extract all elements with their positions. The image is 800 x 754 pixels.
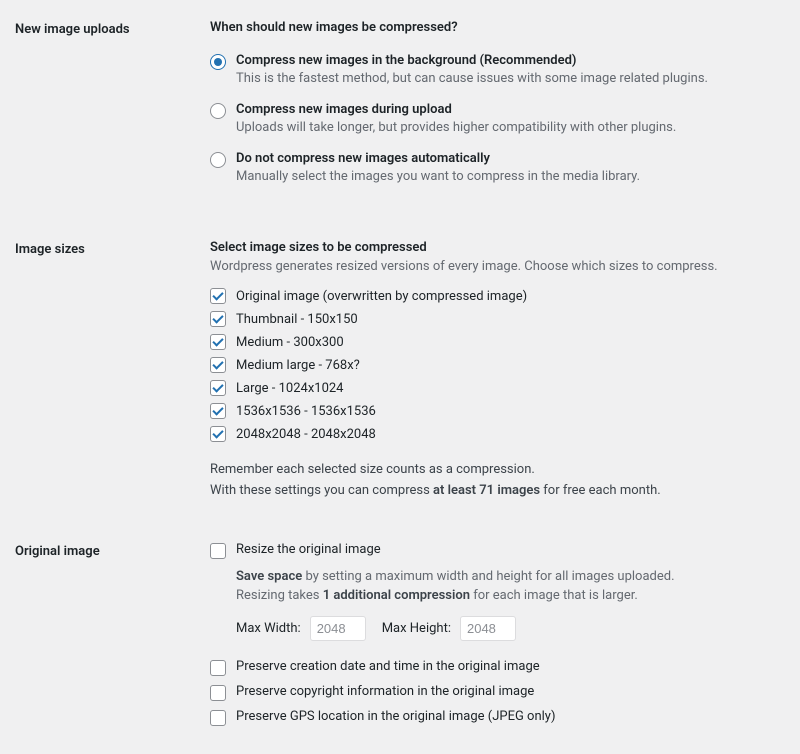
section-label-sizes: Image sizes [15,240,210,502]
dimension-inputs: Max Width: Max Height: [236,616,780,641]
checkbox-label: Resize the original image [236,542,381,557]
max-width-label: Max Width: [236,621,301,636]
max-height-input[interactable] [460,616,516,641]
radio-icon[interactable] [210,152,226,168]
checkbox-medium[interactable]: Medium - 300x300 [210,334,780,350]
checkbox-label: Preserve GPS location in the original im… [236,709,555,724]
checkbox-label: Medium - 300x300 [236,335,344,350]
sizes-checkbox-list: Original image (overwritten by compresse… [210,288,780,442]
section-original-image: Original image Resize the original image… [15,542,800,734]
checkbox-icon[interactable] [210,660,226,676]
checkbox-icon[interactable] [210,710,226,726]
checkbox-label: 2048x2048 - 2048x2048 [236,427,376,442]
radio-desc: This is the fastest method, but can caus… [236,71,780,86]
radio-desc: Uploads will take longer, but provides h… [236,120,780,135]
checkbox-label: Medium large - 768x? [236,358,360,373]
checkbox-icon[interactable] [210,403,226,419]
checkbox-thumbnail[interactable]: Thumbnail - 150x150 [210,311,780,327]
radio-icon[interactable] [210,103,226,119]
reminder-line1: Remember each selected size counts as a … [210,460,780,481]
checkbox-2048[interactable]: 2048x2048 - 2048x2048 [210,426,780,442]
checkbox-label: Preserve creation date and time in the o… [236,659,540,674]
checkbox-label: Large - 1024x1024 [236,381,344,396]
checkbox-label: 1536x1536 - 1536x1536 [236,404,376,419]
checkbox-icon[interactable] [210,426,226,442]
checkbox-preserve-date[interactable]: Preserve creation date and time in the o… [210,659,780,676]
radio-compress-upload[interactable]: Compress new images during upload Upload… [210,102,780,135]
checkbox-label: Original image (overwritten by compresse… [236,289,527,304]
section-label-uploads: New image uploads [15,20,210,200]
max-width-input[interactable] [310,616,366,641]
section-new-image-uploads: New image uploads When should new images… [15,20,800,200]
checkbox-icon[interactable] [210,380,226,396]
checkbox-medium-large[interactable]: Medium large - 768x? [210,357,780,373]
radio-compress-background[interactable]: Compress new images in the background (R… [210,53,780,86]
checkbox-icon[interactable] [210,311,226,327]
checkbox-original[interactable]: Original image (overwritten by compresse… [210,288,780,304]
checkbox-preserve-copyright[interactable]: Preserve copyright information in the or… [210,684,780,701]
radio-desc: Manually select the images you want to c… [236,169,780,184]
checkbox-label: Thumbnail - 150x150 [236,312,358,327]
checkbox-icon[interactable] [210,334,226,350]
radio-title: Compress new images in the background (R… [236,53,780,68]
checkbox-1536[interactable]: 1536x1536 - 1536x1536 [210,403,780,419]
sizes-reminder: Remember each selected size counts as a … [210,460,780,502]
checkbox-icon[interactable] [210,543,226,559]
checkbox-preserve-gps[interactable]: Preserve GPS location in the original im… [210,709,780,726]
checkbox-resize-original[interactable]: Resize the original image [210,542,780,559]
radio-title: Do not compress new images automatically [236,151,780,166]
section-label-original: Original image [15,542,210,734]
checkbox-label: Preserve copyright information in the or… [236,684,534,699]
checkbox-large[interactable]: Large - 1024x1024 [210,380,780,396]
radio-title: Compress new images during upload [236,102,780,117]
radio-icon[interactable] [210,54,226,70]
checkbox-icon[interactable] [210,288,226,304]
checkbox-icon[interactable] [210,357,226,373]
checkbox-icon[interactable] [210,685,226,701]
section-image-sizes: Image sizes Select image sizes to be com… [15,240,800,502]
radio-no-compress[interactable]: Do not compress new images automatically… [210,151,780,184]
reminder-line2: With these settings you can compress at … [210,481,780,502]
uploads-heading: When should new images be compressed? [210,20,780,35]
max-height-label: Max Height: [382,621,451,636]
uploads-radio-group: Compress new images in the background (R… [210,53,780,184]
resize-desc: Save space by setting a maximum width an… [236,567,780,606]
sizes-sub: Wordpress generates resized versions of … [210,259,780,274]
sizes-heading: Select image sizes to be compressed [210,240,780,255]
